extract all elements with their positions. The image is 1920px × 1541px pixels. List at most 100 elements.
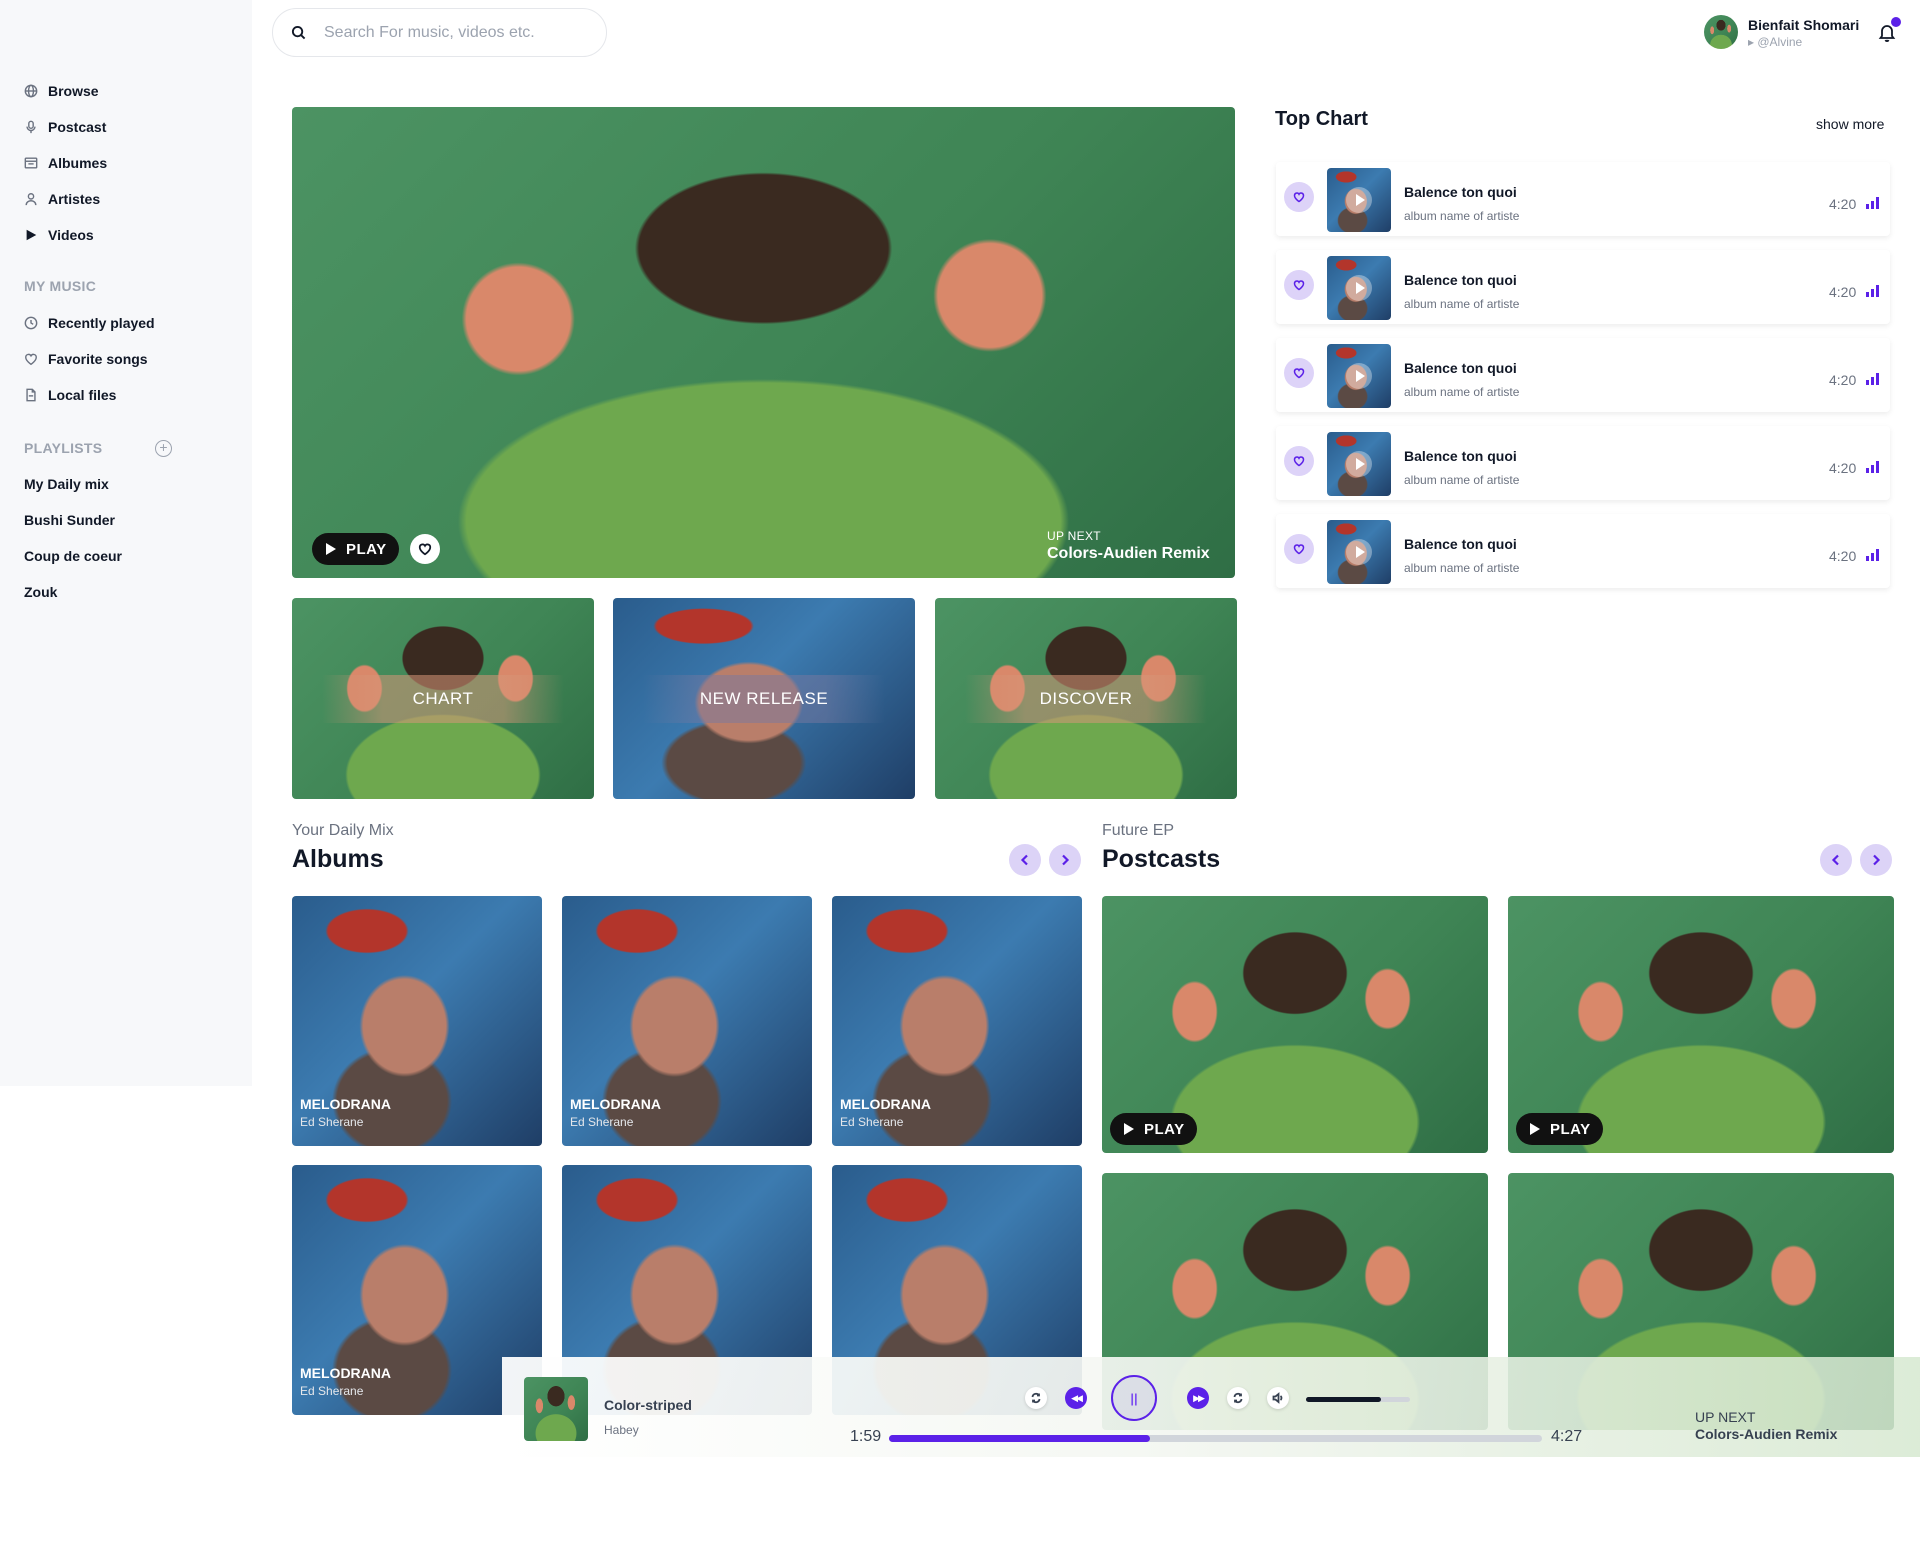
equalizer-icon: [1866, 461, 1879, 473]
playlist-item[interactable]: Bushi Sunder: [24, 512, 115, 528]
equalizer-icon: [1866, 373, 1879, 385]
playlist-item[interactable]: Zouk: [24, 584, 57, 600]
top-chart-row[interactable]: Balence ton quoi album name of artiste 4:2…: [1276, 338, 1890, 412]
now-playing-artist: Habey: [604, 1423, 639, 1437]
tile-chart[interactable]: CHART: [292, 598, 594, 799]
play-icon[interactable]: [1346, 539, 1372, 565]
play-icon[interactable]: [1346, 363, 1372, 389]
podcast-play-button[interactable]: PLAY: [1110, 1113, 1197, 1145]
podcasts-next-button[interactable]: [1860, 844, 1892, 876]
track-duration: 4:20: [1829, 284, 1857, 300]
search-input[interactable]: [322, 22, 582, 43]
rewind-button[interactable]: ◀◀: [1065, 1387, 1087, 1409]
my-music-heading: MY MUSIC: [24, 278, 97, 294]
hero-like-button[interactable]: [410, 534, 440, 564]
hero-banner[interactable]: PLAY UP NEXT Colors-Audien Remix: [292, 107, 1235, 578]
volume-icon: [1272, 1392, 1283, 1404]
podcasts-subtitle: Future EP: [1102, 822, 1175, 839]
heart-icon: [1293, 544, 1305, 555]
heart-icon: [1293, 280, 1305, 291]
play-icon[interactable]: [1346, 187, 1372, 213]
top-chart-row[interactable]: Balence ton quoi album name of artiste 4:2…: [1276, 250, 1890, 324]
user-profile[interactable]: Bienfait Shomari ▸ @Alvine: [1704, 14, 1859, 49]
notification-bell-icon[interactable]: [1878, 17, 1901, 42]
tile-new-release[interactable]: NEW RELEASE: [613, 598, 915, 799]
podcast-play-button[interactable]: PLAY: [1516, 1113, 1603, 1145]
pause-button[interactable]: ||: [1111, 1375, 1157, 1421]
hero-play-button[interactable]: PLAY: [312, 533, 399, 565]
track-album: album name of artiste: [1404, 385, 1520, 399]
albums-next-button[interactable]: [1049, 844, 1081, 876]
like-button[interactable]: [1284, 182, 1314, 212]
top-chart-row[interactable]: Balence ton quoi album name of artiste 4:2…: [1276, 162, 1890, 236]
search-icon: [291, 25, 306, 40]
sidebar-item-local-files[interactable]: Local files: [24, 385, 116, 405]
player-bar: Color-striped Habey ◀◀ || ▶▶ 1:59 4:27 U…: [502, 1357, 1920, 1457]
player-up-next: UP NEXT Colors-Audien Remix: [1695, 1409, 1837, 1442]
sidebar-item-postcast[interactable]: Postcast: [24, 117, 106, 137]
album-title: MELODRANA: [300, 1096, 391, 1112]
album-artist: Ed Sherane: [570, 1115, 634, 1129]
up-next-label: UP NEXT: [1047, 529, 1101, 543]
up-next-title: Colors-Audien Remix: [1047, 545, 1210, 562]
sidebar-item-label: Albumes: [48, 155, 108, 171]
track-cover[interactable]: [1327, 520, 1391, 584]
album-card[interactable]: MELODRANA Ed Sherane: [832, 896, 1082, 1146]
show-more-link[interactable]: show more: [1816, 116, 1884, 132]
play-icon[interactable]: [1346, 275, 1372, 301]
top-chart-row[interactable]: Balence ton quoi album name of artiste 4:2…: [1276, 514, 1890, 588]
fast-forward-button[interactable]: ▶▶: [1187, 1387, 1209, 1409]
track-cover[interactable]: [1327, 256, 1391, 320]
track-cover[interactable]: [1327, 344, 1391, 408]
heart-icon: [1293, 192, 1305, 203]
sidebar-item-favorite-songs[interactable]: Favorite songs: [24, 349, 148, 369]
volume-button[interactable]: [1267, 1387, 1289, 1409]
shuffle-button[interactable]: [1025, 1387, 1047, 1409]
podcast-card[interactable]: PLAY: [1508, 896, 1894, 1153]
podcasts-title: Postcasts: [1102, 845, 1221, 873]
track-cover[interactable]: [1327, 168, 1391, 232]
track-duration: 4:20: [1829, 196, 1857, 212]
album-artist: Ed Sherane: [300, 1384, 364, 1398]
like-button[interactable]: [1284, 534, 1314, 564]
like-button[interactable]: [1284, 270, 1314, 300]
track-title: Balence ton quoi: [1404, 272, 1517, 288]
equalizer-icon: [1866, 285, 1879, 297]
track-title: Balence ton quoi: [1404, 448, 1517, 464]
tile-discover[interactable]: DISCOVER: [935, 598, 1237, 799]
repeat-icon: [1233, 1392, 1243, 1404]
track-cover[interactable]: [1327, 432, 1391, 496]
up-next-title: Colors-Audien Remix: [1695, 1426, 1838, 1442]
rewind-icon: ◀◀: [1071, 1392, 1083, 1403]
total-time: 4:27: [1551, 1428, 1583, 1445]
volume-slider[interactable]: [1306, 1397, 1410, 1402]
play-icon[interactable]: [1346, 451, 1372, 477]
playlist-item[interactable]: My Daily mix: [24, 476, 109, 492]
progress-bar[interactable]: [889, 1435, 1542, 1442]
albums-prev-button[interactable]: [1009, 844, 1041, 876]
add-playlist-icon[interactable]: +: [155, 440, 172, 457]
play-icon: [1124, 1123, 1134, 1135]
hero-up-next: UP NEXT Colors-Audien Remix: [1047, 529, 1210, 563]
playlist-item[interactable]: Coup de coeur: [24, 548, 122, 564]
sidebar-item-albumes[interactable]: Albumes: [24, 153, 107, 173]
chevron-left-icon: [1831, 854, 1839, 866]
heart-icon: [1293, 368, 1305, 379]
like-button[interactable]: [1284, 446, 1314, 476]
album-card[interactable]: MELODRANA Ed Sherane: [292, 896, 542, 1146]
sidebar-item-artistes[interactable]: Artistes: [24, 189, 100, 209]
tile-label: NEW RELEASE: [699, 689, 829, 708]
play-icon: [326, 543, 336, 555]
track-album: album name of artiste: [1404, 473, 1520, 487]
sidebar-item-recently-played[interactable]: Recently played: [24, 313, 155, 333]
sidebar-item-videos[interactable]: Videos: [24, 225, 94, 245]
now-playing-title: Color-striped: [604, 1397, 692, 1413]
top-chart-row[interactable]: Balence ton quoi album name of artiste 4:2…: [1276, 426, 1890, 500]
repeat-button[interactable]: [1227, 1387, 1249, 1409]
album-card[interactable]: MELODRANA Ed Sherane: [562, 896, 812, 1146]
sidebar-item-label: Videos: [48, 227, 94, 243]
podcast-card[interactable]: PLAY: [1102, 896, 1488, 1153]
sidebar-item-browse[interactable]: Browse: [24, 81, 99, 101]
podcasts-prev-button[interactable]: [1820, 844, 1852, 876]
like-button[interactable]: [1284, 358, 1314, 388]
